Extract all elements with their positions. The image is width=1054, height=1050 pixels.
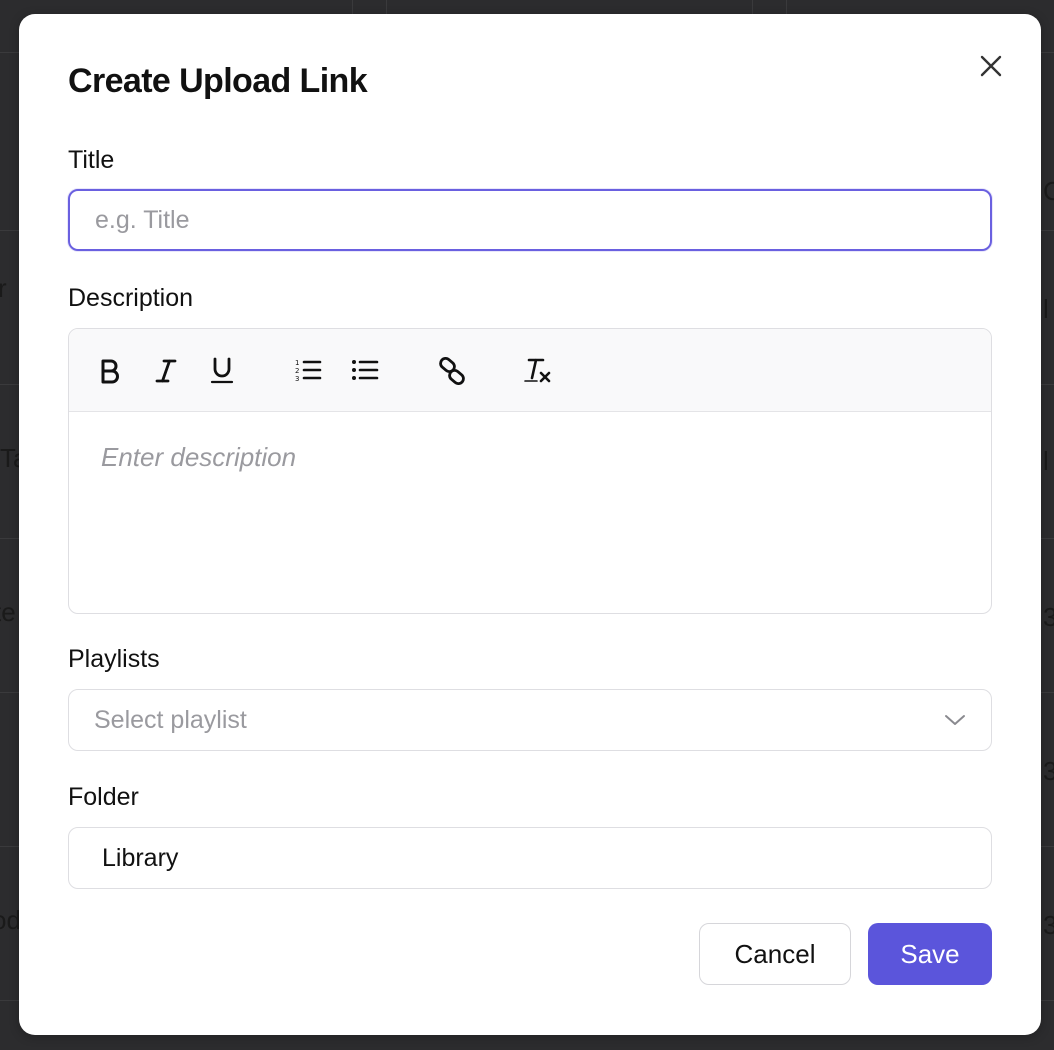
cancel-button[interactable]: Cancel bbox=[699, 923, 851, 985]
bg-cell-text: te bbox=[0, 597, 16, 627]
bg-cell-text: l bbox=[1043, 294, 1049, 324]
bg-divider bbox=[386, 0, 387, 14]
bullet-list-button[interactable] bbox=[348, 354, 382, 388]
description-placeholder: Enter description bbox=[101, 442, 297, 472]
clear-format-icon bbox=[524, 358, 551, 383]
dialog-title: Create Upload Link bbox=[68, 62, 368, 100]
italic-button[interactable] bbox=[149, 354, 183, 388]
save-button[interactable]: Save bbox=[868, 923, 992, 985]
bg-divider bbox=[752, 0, 753, 14]
svg-text:1: 1 bbox=[295, 359, 299, 367]
folder-label: Folder bbox=[68, 783, 139, 811]
bg-cell-text: 3 bbox=[1043, 602, 1054, 632]
description-label: Description bbox=[68, 284, 194, 312]
clear-format-button[interactable] bbox=[521, 354, 555, 388]
chevron-down-icon bbox=[945, 715, 965, 725]
close-button[interactable] bbox=[975, 50, 1007, 82]
link-button[interactable] bbox=[435, 354, 469, 388]
title-input[interactable] bbox=[68, 189, 992, 251]
svg-text:2: 2 bbox=[295, 367, 299, 375]
bg-cell-text: r bbox=[0, 273, 7, 303]
bg-cell-text: od bbox=[0, 905, 21, 935]
editor-toolbar: 1 2 3 bbox=[69, 329, 991, 412]
bg-cell-text: 3 bbox=[1043, 756, 1054, 786]
folder-input[interactable] bbox=[68, 827, 992, 889]
create-upload-link-dialog: Create Upload Link Title Description bbox=[19, 14, 1041, 1035]
ordered-list-icon: 1 2 3 bbox=[295, 359, 322, 383]
playlist-select[interactable]: Select playlist bbox=[68, 689, 992, 751]
description-editor-area[interactable]: Enter description bbox=[69, 412, 991, 503]
bg-divider bbox=[786, 0, 787, 14]
bg-cell-text: C bbox=[1043, 176, 1054, 206]
ordered-list-button[interactable]: 1 2 3 bbox=[291, 354, 325, 388]
bg-cell-text: 3 bbox=[1043, 910, 1054, 940]
description-editor: 1 2 3 Enter description bbox=[68, 328, 992, 614]
close-icon bbox=[980, 55, 1002, 77]
svg-text:3: 3 bbox=[295, 375, 299, 383]
bullet-list-icon bbox=[352, 360, 379, 380]
bg-cell-text: l bbox=[1043, 446, 1049, 476]
bold-icon bbox=[101, 359, 119, 384]
link-icon bbox=[439, 357, 465, 385]
playlist-select-placeholder: Select playlist bbox=[94, 705, 247, 734]
italic-icon bbox=[155, 359, 177, 383]
bg-divider bbox=[352, 0, 353, 14]
underline-button[interactable] bbox=[205, 354, 239, 388]
bold-button[interactable] bbox=[93, 354, 127, 388]
playlists-label: Playlists bbox=[68, 645, 160, 673]
underline-icon bbox=[210, 357, 234, 384]
title-label: Title bbox=[68, 146, 115, 174]
